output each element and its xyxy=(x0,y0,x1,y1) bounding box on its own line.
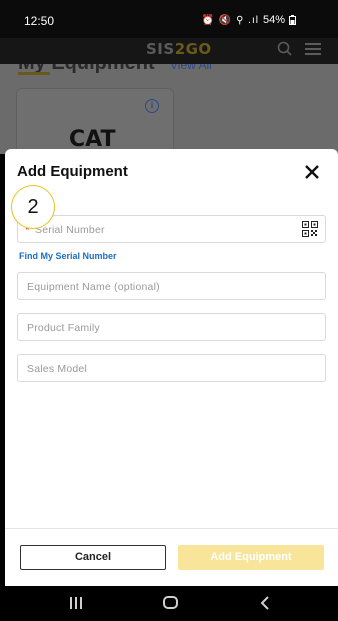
qr-code-icon[interactable] xyxy=(302,221,318,237)
find-serial-number-link[interactable]: Find My Serial Number xyxy=(19,251,117,261)
step-indicator: 2 xyxy=(11,185,55,229)
search-icon[interactable] xyxy=(276,40,294,58)
equipment-name-input[interactable]: Equipment Name (optional) xyxy=(17,272,326,300)
status-indicators: ⏰ 🔇 ⚲ .ıl 54% xyxy=(202,14,296,26)
background-page: My Equipment View All i CAT xyxy=(0,64,338,154)
close-icon[interactable] xyxy=(303,163,321,181)
battery-level: 54% xyxy=(262,14,285,26)
logo-text-2go: 2GO xyxy=(174,40,212,58)
step-number: 2 xyxy=(27,196,39,218)
status-bar: 12:50 ⏰ 🔇 ⚲ .ıl 54% xyxy=(0,0,338,38)
nav-recents-icon[interactable] xyxy=(70,597,84,609)
serial-number-placeholder: Serial Number xyxy=(35,224,105,236)
add-equipment-button[interactable]: Add Equipment xyxy=(178,545,324,570)
status-time: 12:50 xyxy=(24,14,55,28)
menu-icon[interactable] xyxy=(305,43,321,57)
app-header: SIS2GO xyxy=(0,38,338,64)
product-family-input[interactable]: Product Family xyxy=(17,313,326,341)
nav-home-icon[interactable] xyxy=(163,596,178,609)
sales-model-input[interactable]: Sales Model xyxy=(17,354,326,382)
sales-model-placeholder: Sales Model xyxy=(27,363,87,375)
status-icons: ⏰ 🔇 ⚲ .ıl xyxy=(201,14,259,26)
product-family-placeholder: Product Family xyxy=(27,322,100,334)
logo-text-sis: SIS xyxy=(146,40,175,58)
info-icon: i xyxy=(145,99,159,113)
section-underline xyxy=(18,72,50,75)
app-logo: SIS2GO xyxy=(146,40,212,58)
serial-number-input[interactable]: * Serial Number xyxy=(17,215,326,243)
cancel-button[interactable]: Cancel xyxy=(20,545,166,570)
nav-back-icon[interactable] xyxy=(258,595,274,611)
battery-icon xyxy=(289,15,296,25)
system-nav-bar xyxy=(0,586,338,621)
view-all-link: View All xyxy=(170,64,212,72)
equipment-card: i CAT xyxy=(16,88,174,154)
dialog-title: Add Equipment xyxy=(17,163,128,180)
footer-divider xyxy=(5,528,338,529)
equipment-name-placeholder: Equipment Name (optional) xyxy=(27,281,160,293)
add-equipment-dialog: Add Equipment * Serial Number 2 Find My … xyxy=(5,149,338,586)
